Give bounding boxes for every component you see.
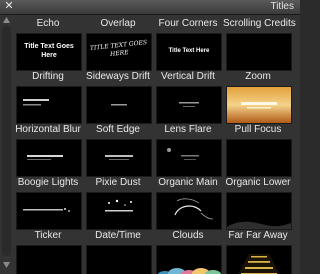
tile-label: Scrolling Credits (223, 18, 296, 29)
title-thumbnail[interactable]: TITLE TEXT GOES HERE (86, 33, 152, 71)
title-style-grid: Echo Title Text Goes Here Overlap TITLE … (14, 15, 300, 274)
organic-main-preview (174, 198, 214, 220)
zoom-preview (241, 102, 277, 109)
soft-edge-preview (105, 155, 133, 160)
tile-label: Four Corners (158, 18, 218, 29)
title-thumbnail[interactable] (226, 86, 292, 124)
title-thumbnail[interactable] (156, 192, 222, 230)
title-thumbnail[interactable] (86, 86, 152, 124)
title-thumbnail[interactable] (156, 86, 222, 124)
title-thumbnail[interactable] (226, 245, 292, 274)
title-bar: ✕ Titles (0, 0, 300, 15)
clouds-preview (157, 268, 221, 274)
tile-label: Pull Focus (234, 124, 282, 135)
tile-label: Vertical Drift (161, 71, 215, 82)
tile-label: Ticker (34, 230, 62, 241)
tile-label: Overlap (100, 18, 136, 29)
vertical-drift-preview (179, 102, 199, 107)
title-thumbnail[interactable] (156, 245, 222, 274)
tile-label: Pixie Dust (95, 177, 141, 188)
tile-label: Soft Edge (96, 124, 140, 135)
pixie-dust-preview (105, 199, 133, 212)
far-far-away-preview (238, 254, 280, 274)
tile-label: Drifting (32, 71, 64, 82)
sideways-drift-preview (111, 104, 127, 106)
scroll-up-arrow-icon[interactable] (3, 17, 10, 23)
tile-label: Sideways Drift (86, 71, 150, 82)
title-thumbnail[interactable] (226, 139, 292, 177)
tile-label: Echo (36, 18, 60, 29)
thumb-text: Title Text Here (168, 48, 210, 54)
title-thumbnail[interactable] (156, 139, 222, 177)
title-thumbnail[interactable] (86, 245, 152, 274)
tile-label: Date/Time (95, 230, 141, 241)
tile-label: Zoom (245, 71, 271, 82)
vertical-scrollbar[interactable] (2, 26, 11, 256)
title-thumbnail[interactable] (16, 245, 82, 274)
organic-lower-preview (227, 221, 291, 229)
title-thumbnail[interactable] (16, 139, 82, 177)
lens-flare-preview (167, 148, 199, 160)
tile-label: Organic Main (158, 177, 218, 188)
tile-label: Organic Lower (225, 177, 291, 188)
close-icon: ✕ (4, 0, 14, 12)
title-thumbnail[interactable] (86, 192, 152, 230)
title-thumbnail[interactable] (16, 86, 82, 124)
title-thumbnail[interactable] (16, 192, 82, 230)
thumb-text: Title Text Goes Here (24, 43, 74, 59)
tile-label: Lens Flare (164, 124, 212, 135)
tile-label: Boogie Lights (17, 177, 79, 188)
title-thumbnail[interactable] (86, 139, 152, 177)
titles-window: ✕ Titles Echo Title Text Goes Here Overl… (0, 0, 300, 274)
tile-label: Far Far Away (228, 230, 288, 241)
close-button[interactable]: ✕ (2, 1, 16, 12)
title-thumbnail[interactable]: Title Text Goes Here (16, 33, 82, 71)
title-thumbnail[interactable] (226, 192, 292, 230)
window-title: Titles (270, 1, 294, 12)
horizontal-blur-preview (27, 155, 63, 160)
boogie-lights-preview (23, 208, 70, 212)
scroll-down-arrow-icon[interactable] (3, 262, 10, 268)
drifting-preview (23, 99, 49, 106)
tile-label: Clouds (172, 230, 204, 241)
tile-label: Horizontal Blur (15, 124, 81, 135)
title-thumbnail[interactable]: Title Text Here (156, 33, 222, 71)
title-thumbnail[interactable] (226, 33, 292, 71)
thumb-text: TITLE TEXT GOES HERE (89, 39, 148, 58)
